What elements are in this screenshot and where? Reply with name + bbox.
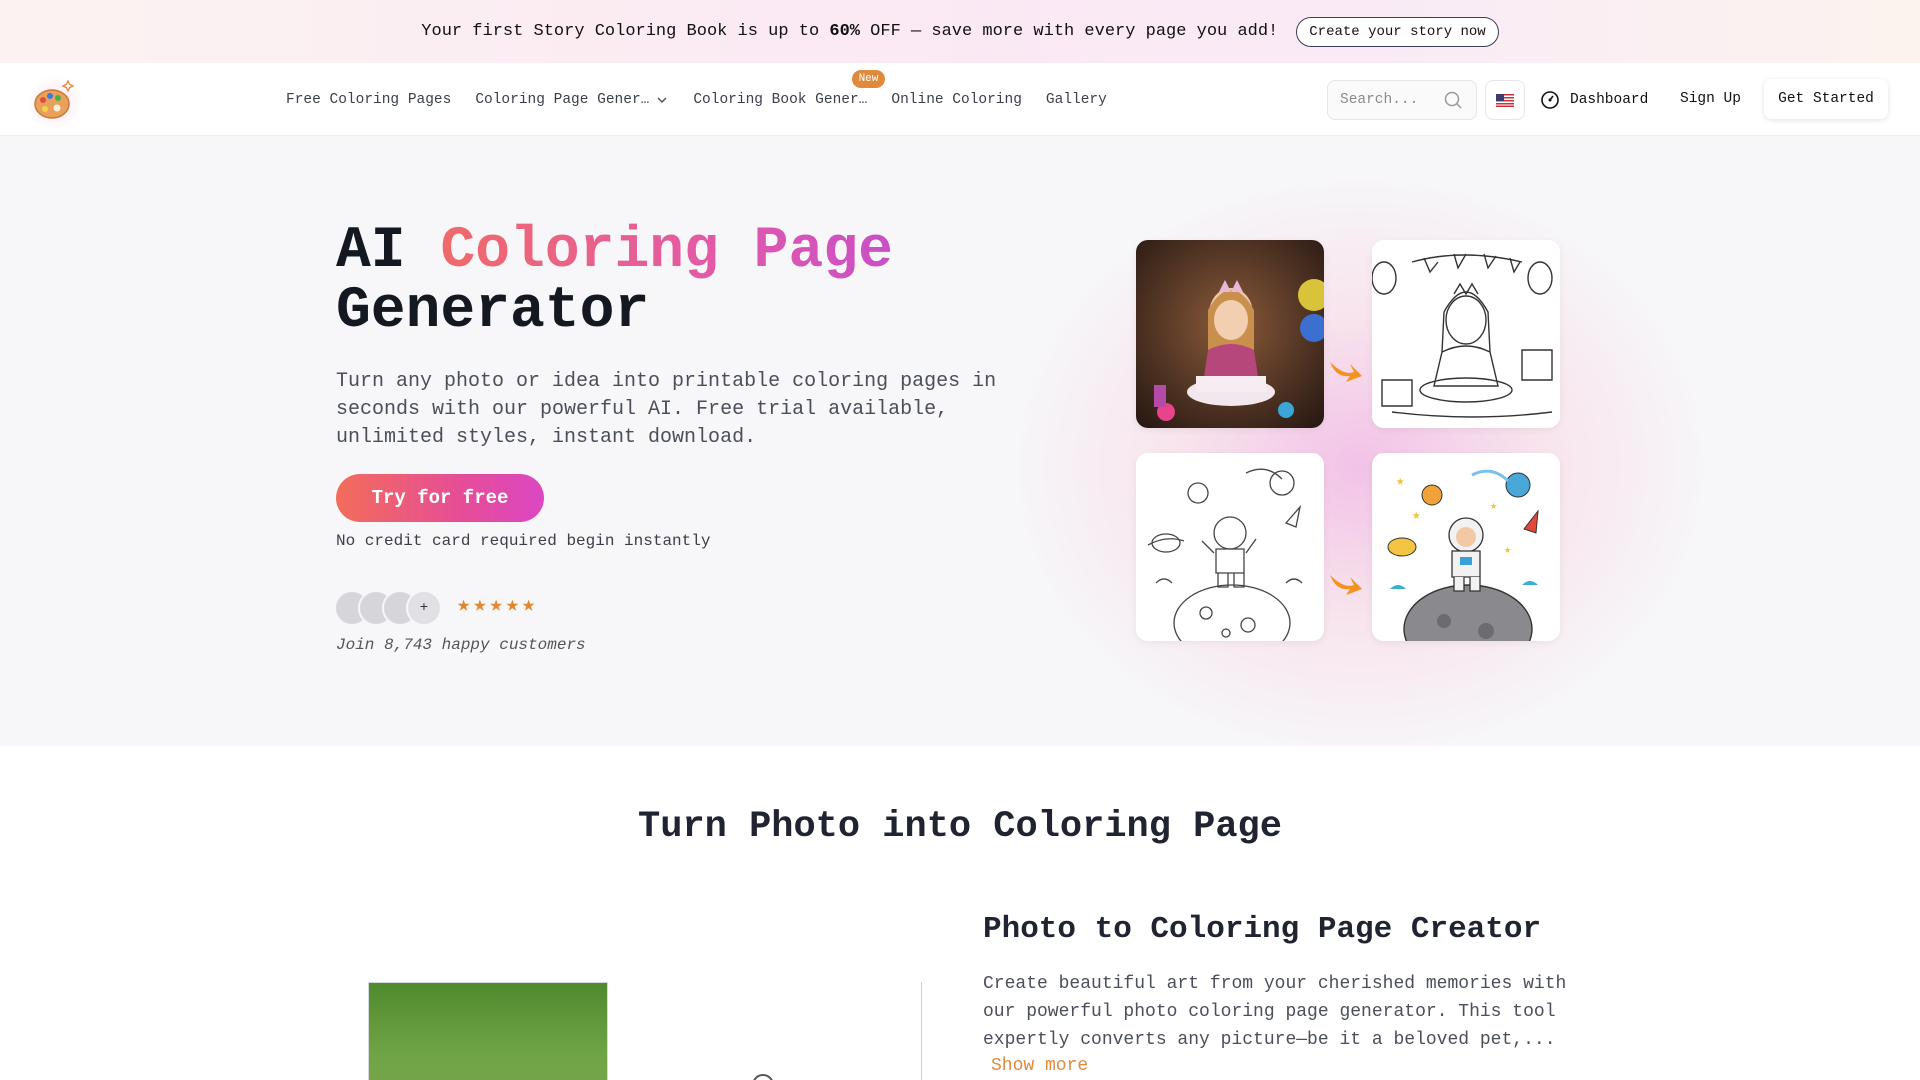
star-icon: ★ (522, 593, 536, 618)
hero-glow (1000, 166, 1720, 746)
hero-subtitle: Turn any photo or idea into printable co… (336, 370, 997, 449)
feature-title: Photo to Coloring Page Creator (983, 912, 1542, 947)
language-button[interactable] (1485, 80, 1525, 120)
no-credit-card-note: No credit card required begin instantly (336, 532, 711, 550)
us-flag-icon (1496, 93, 1514, 107)
nav-coloring-book-generator[interactable]: Coloring Book Gener… New (693, 69, 886, 108)
chevron-down-icon (657, 96, 667, 103)
hero-section: AI Coloring Page Generator Turn any phot… (0, 136, 1920, 746)
star-icon: ★ (505, 593, 519, 618)
promo-banner: Your first Story Coloring Book is up to … (0, 0, 1920, 63)
show-more-button[interactable]: Show more (991, 1056, 1088, 1076)
svg-text:★: ★ (1504, 543, 1511, 557)
nav-coloring-page-generator-label: Coloring Page Gener… (475, 91, 650, 108)
nav-coloring-page-generator[interactable]: Coloring Page Gener… (475, 92, 669, 108)
svg-text:★: ★ (1412, 508, 1421, 524)
compare-handle-icon[interactable] (752, 1074, 774, 1080)
svg-text:★: ★ (1396, 474, 1405, 490)
join-customers-text: Join 8,743 happy customers (336, 636, 586, 654)
nav-links: Free Coloring Pages Coloring Page Gener…… (286, 63, 1107, 136)
section-title: Turn Photo into Coloring Page (638, 806, 1282, 848)
astronaut-coloring-image (1136, 453, 1324, 641)
nav-online-coloring[interactable]: Online Coloring (891, 92, 1022, 108)
promo-text: Your first Story Coloring Book is up to … (421, 22, 1279, 41)
dashboard-link[interactable]: Dashboard (1540, 80, 1648, 120)
rating-stars: ★ ★ ★ ★ ★ (457, 595, 535, 617)
astronaut-colored-image: ★ ★ ★ ★ (1372, 453, 1560, 641)
customer-avatars: + (334, 590, 446, 626)
star-icon: ★ (489, 593, 503, 618)
sample-photo-image (368, 982, 608, 1080)
birthday-coloring-image (1372, 240, 1560, 428)
sign-up-link[interactable]: Sign Up (1680, 91, 1741, 107)
feature-description: Create beautiful art from your cherished… (983, 974, 1567, 1050)
nav-coloring-book-generator-label: Coloring Book Gener… (693, 91, 868, 108)
hero-title: AI Coloring Page Generator (336, 219, 893, 344)
dashboard-label: Dashboard (1570, 92, 1649, 108)
avatar-more: + (406, 590, 442, 626)
new-badge: New (851, 69, 886, 88)
nav-gallery[interactable]: Gallery (1046, 92, 1107, 108)
svg-text:★: ★ (1490, 499, 1497, 513)
arrow-right-icon (1330, 362, 1362, 382)
birthday-photo-image (1136, 240, 1324, 428)
arrow-right-icon (1330, 575, 1362, 595)
compare-divider[interactable] (921, 982, 922, 1080)
search-icon[interactable] (1443, 90, 1463, 110)
gauge-icon (1541, 91, 1559, 109)
nav-free-coloring-pages[interactable]: Free Coloring Pages (286, 92, 451, 108)
get-started-button[interactable]: Get Started (1764, 79, 1888, 119)
star-icon: ★ (473, 593, 487, 618)
try-for-free-button[interactable]: Try for free (336, 474, 544, 522)
top-nav: Free Coloring Pages Coloring Page Gener…… (0, 63, 1920, 136)
create-story-button[interactable]: Create your story now (1296, 16, 1499, 47)
star-icon: ★ (457, 593, 471, 618)
palette-logo-icon[interactable] (28, 73, 82, 127)
